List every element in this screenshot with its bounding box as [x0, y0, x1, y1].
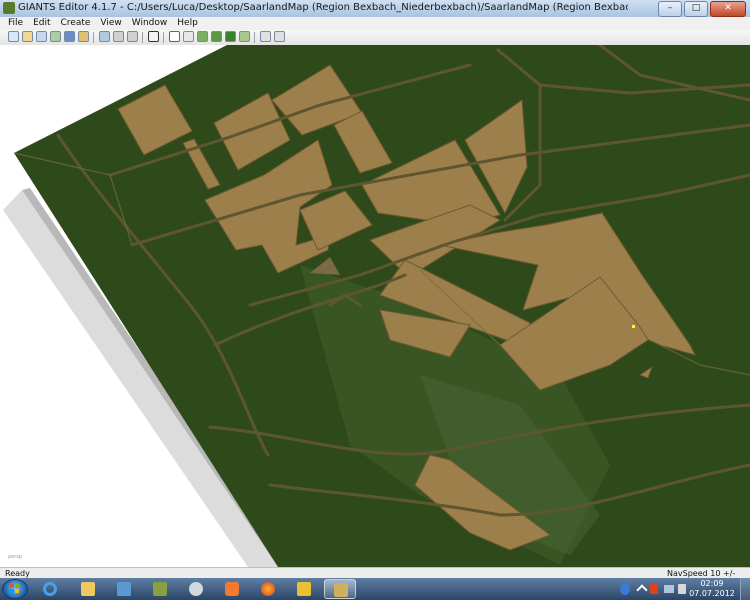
- giants-editor-taskbar-button[interactable]: [324, 579, 356, 599]
- decal-icon[interactable]: [239, 31, 250, 42]
- import-icon[interactable]: [36, 31, 47, 42]
- menu-file[interactable]: File: [8, 17, 23, 30]
- menu-edit[interactable]: Edit: [33, 17, 50, 30]
- explorer-taskbar-button[interactable]: [72, 579, 104, 599]
- select-arrow-icon[interactable]: [148, 31, 159, 42]
- flag-icon[interactable]: [650, 584, 658, 594]
- puzzle-icon: [297, 582, 311, 596]
- paint-terrain-icon[interactable]: [169, 31, 180, 42]
- toolbar: [0, 30, 750, 46]
- clock-date: 07.07.2012: [689, 589, 735, 598]
- clock-time: 02:09: [700, 579, 724, 588]
- giants-editor-icon: [334, 583, 348, 597]
- nav-speed-indicator: NavSpeed 10 +/-: [667, 569, 736, 578]
- export-icon[interactable]: [50, 31, 61, 42]
- foliage-icon[interactable]: [197, 31, 208, 42]
- title-bar: GIANTS Editor 4.1.7 - C:/Users/Luca/Desk…: [0, 0, 750, 18]
- redo-arrow-icon[interactable]: [127, 31, 138, 42]
- chevron-up-icon[interactable]: [636, 584, 648, 596]
- clock[interactable]: 02:09 07.07.2012: [688, 579, 736, 599]
- trees-icon[interactable]: [225, 31, 236, 42]
- new-file-icon[interactable]: [8, 31, 19, 42]
- firefox-icon: [261, 582, 275, 596]
- folder-icon: [81, 582, 95, 596]
- terrain-render[interactable]: [0, 45, 750, 567]
- send-icon: [117, 582, 131, 596]
- media-player-taskbar-button[interactable]: [216, 579, 248, 599]
- 3d-viewport[interactable]: persp: [0, 45, 750, 567]
- save-icon[interactable]: [64, 31, 75, 42]
- app-taskbar-button-3[interactable]: [180, 579, 212, 599]
- windows-taskbar: 02:09 07.07.2012: [0, 578, 750, 600]
- tractor-icon: [153, 582, 167, 596]
- windows-logo-icon: [10, 584, 19, 593]
- network-icon[interactable]: [664, 585, 674, 593]
- app-taskbar-button-2[interactable]: [144, 579, 176, 599]
- volume-icon[interactable]: [678, 584, 686, 594]
- menu-window[interactable]: Window: [132, 17, 168, 30]
- camera-label: persp: [8, 554, 23, 560]
- menu-help[interactable]: Help: [177, 17, 198, 30]
- maximize-button[interactable]: □: [684, 1, 708, 17]
- selection-marker[interactable]: [632, 325, 635, 328]
- internet-explorer-taskbar-button[interactable]: [34, 579, 66, 599]
- firefox-taskbar-button[interactable]: [252, 579, 284, 599]
- undo-arrow-icon[interactable]: [113, 31, 124, 42]
- app-taskbar-button-1[interactable]: [108, 579, 140, 599]
- menu-view[interactable]: View: [100, 17, 121, 30]
- giants-editor-app-icon: [3, 2, 15, 14]
- close-button[interactable]: ✕: [710, 1, 746, 17]
- play-icon: [225, 582, 239, 596]
- gear-icon[interactable]: [260, 31, 271, 42]
- minimize-button[interactable]: –: [658, 1, 682, 17]
- menu-create[interactable]: Create: [61, 17, 91, 30]
- internet-explorer-icon: [43, 582, 57, 596]
- show-desktop-button[interactable]: [740, 578, 750, 600]
- save-all-icon[interactable]: [78, 31, 89, 42]
- grass-icon[interactable]: [211, 31, 222, 42]
- window-title: GIANTS Editor 4.1.7 - C:/Users/Luca/Desk…: [18, 2, 628, 13]
- open-folder-icon[interactable]: [22, 31, 33, 42]
- app-taskbar-button-4[interactable]: [288, 579, 320, 599]
- start-button[interactable]: [2, 579, 28, 599]
- info-icon[interactable]: [620, 583, 630, 595]
- menu-bar: File Edit Create View Window Help: [0, 17, 750, 30]
- settings-icon[interactable]: [274, 31, 285, 42]
- status-text: Ready: [5, 569, 30, 578]
- terrain-height-icon[interactable]: [183, 31, 194, 42]
- steam-icon: [189, 582, 203, 596]
- undo-icon[interactable]: [99, 31, 110, 42]
